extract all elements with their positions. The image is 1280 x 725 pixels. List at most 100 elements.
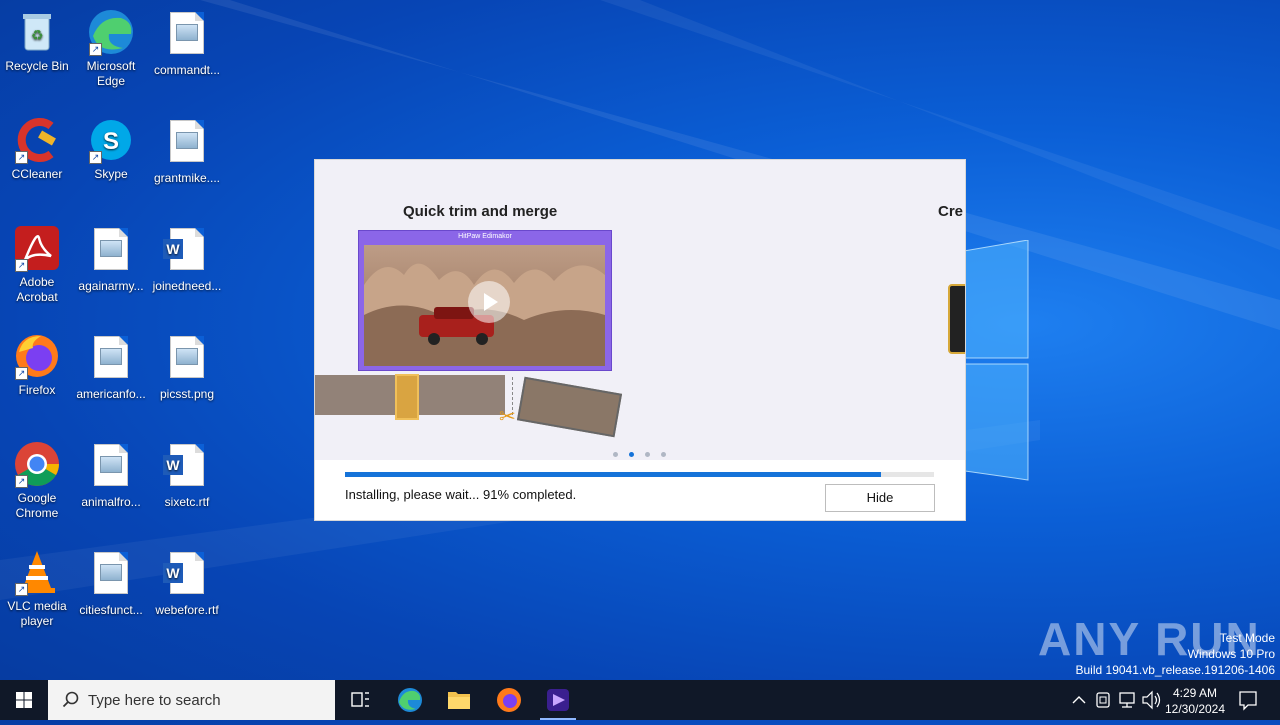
- desktop-icon-microsoft-edge[interactable]: ↗ Microsoft Edge: [75, 8, 147, 89]
- next-slide-card: [948, 284, 965, 354]
- recycle-bin-icon: ♻: [13, 8, 61, 56]
- taskbar-file-explorer[interactable]: [435, 680, 483, 720]
- vlc-icon: ↗: [13, 548, 61, 596]
- acrobat-icon: ↗: [13, 224, 61, 272]
- desktop-icon-joinedneed[interactable]: W joinedneed...: [151, 224, 223, 294]
- desktop-icon-americanfo[interactable]: americanfo...: [75, 332, 147, 402]
- desktop-icon-google-chrome[interactable]: ↗ Google Chrome: [1, 440, 73, 521]
- installer-window: Quick trim and merge Cre HitPaw Edimakor…: [315, 160, 965, 520]
- desktop-icon-firefox[interactable]: ↗ Firefox: [1, 332, 73, 398]
- desktop-icon-ccleaner[interactable]: ↗ CCleaner: [1, 116, 73, 182]
- desktop-icon-label: Recycle Bin: [5, 59, 69, 73]
- desktop-icon-label: animalfro...: [81, 495, 141, 509]
- action-center-button[interactable]: [1236, 680, 1260, 720]
- word-file-icon: W: [163, 552, 211, 600]
- word-file-icon: W: [163, 228, 211, 276]
- firefox-icon: ↗: [13, 332, 61, 380]
- clock-date: 12/30/2024: [1164, 702, 1226, 716]
- desktop-icon-label: webefore.rtf: [155, 603, 219, 617]
- tray-device-icon-button[interactable]: [1092, 680, 1114, 720]
- desktop-icon-vlc[interactable]: ↗ VLC media player: [1, 548, 73, 629]
- desktop-icon-label: citiesfunct...: [79, 603, 143, 617]
- desktop-icon-animalfro[interactable]: animalfro...: [75, 440, 147, 510]
- image-file-icon: [163, 120, 211, 168]
- folder-icon: [448, 692, 470, 709]
- skype-icon: S ↗: [87, 116, 135, 164]
- next-slide-title: Cre: [938, 203, 964, 220]
- desktop-icon-label: Firefox: [18, 383, 56, 397]
- desktop-icon-label: joinedneed...: [152, 279, 222, 293]
- svg-text:♻: ♻: [31, 27, 44, 43]
- clock-time: 4:29 AM: [1172, 686, 1218, 700]
- trim-handle: [395, 374, 419, 420]
- windows-test-mode-watermark: Test Mode Windows 10 Pro Build 19041.vb_…: [1076, 630, 1276, 678]
- windows-wallpaper-logo: [958, 240, 1029, 481]
- start-button[interactable]: [0, 680, 48, 720]
- desktop-icon-label: americanfo...: [76, 387, 146, 401]
- desktop-icon-label: VLC media player: [7, 599, 67, 628]
- desktop-icon-grantmike[interactable]: grantmike....: [151, 116, 223, 186]
- carousel-dot-active[interactable]: [629, 452, 634, 457]
- watermark-line: Build 19041.vb_release.191206-1406: [1075, 663, 1276, 677]
- desktop-icon-label: CCleaner: [11, 167, 63, 181]
- edge-icon: [398, 688, 422, 712]
- desktop-icon-label: grantmike....: [153, 171, 221, 185]
- desktop-icon-label: Google Chrome: [15, 491, 59, 520]
- network-icon: [1119, 692, 1135, 708]
- image-file-icon: [163, 12, 211, 60]
- carousel-dots: [613, 444, 677, 462]
- search-placeholder: Type here to search: [88, 692, 221, 709]
- desktop-icon-recycle-bin[interactable]: ♻ Recycle Bin: [1, 8, 73, 74]
- desktop-icon-adobe-acrobat[interactable]: ↗ Adobe Acrobat: [1, 224, 73, 305]
- desktop-icon-label: againarmy...: [78, 279, 144, 293]
- filmstrip-clip: [516, 376, 623, 438]
- watermark-line: Test Mode: [1219, 631, 1275, 645]
- word-file-icon: W: [163, 444, 211, 492]
- image-file-icon: [87, 552, 135, 600]
- carousel-dot[interactable]: [613, 452, 618, 457]
- chrome-icon: ↗: [13, 440, 61, 488]
- desktop-icon-againarmy[interactable]: againarmy...: [75, 224, 147, 294]
- taskbar-firefox[interactable]: [485, 680, 533, 720]
- desktop-icon-webefore[interactable]: W webefore.rtf: [151, 548, 223, 618]
- watermark-line: Windows 10 Pro: [1187, 647, 1275, 661]
- install-progress-fill: [345, 472, 881, 477]
- desktop-icon-citiesfunct[interactable]: citiesfunct...: [75, 548, 147, 618]
- carousel-dot[interactable]: [645, 452, 650, 457]
- show-hidden-icons-button[interactable]: [1068, 680, 1090, 720]
- video-frame: [364, 245, 605, 366]
- play-icon: [468, 281, 510, 323]
- video-preview: HitPaw Edimakor: [358, 230, 612, 371]
- network-button[interactable]: [1116, 680, 1138, 720]
- player-title: HitPaw Edimakor: [458, 233, 512, 240]
- feature-carousel: Quick trim and merge Cre HitPaw Edimakor…: [315, 160, 965, 460]
- desktop-icon-label: commandt...: [153, 63, 221, 77]
- desktop-icon-skype[interactable]: S ↗ Skype: [75, 116, 147, 182]
- image-file-icon: [87, 444, 135, 492]
- taskbar-installer-app[interactable]: [534, 680, 582, 720]
- desktop-icon-label: Skype: [94, 167, 128, 181]
- task-view-button[interactable]: [336, 680, 384, 720]
- carousel-dot[interactable]: [661, 452, 666, 457]
- windows-start-icon: [16, 692, 32, 708]
- taskbar-clock[interactable]: 4:29 AM 12/30/2024: [1158, 685, 1232, 717]
- hide-button[interactable]: Hide: [825, 484, 935, 512]
- edimakor-icon: [547, 689, 569, 711]
- desktop-icon-label: picsst.png: [159, 387, 215, 401]
- install-progress-bar: [345, 472, 934, 477]
- desktop-icon-label: Microsoft Edge: [86, 59, 136, 88]
- ccleaner-icon: ↗: [13, 116, 61, 164]
- firefox-icon: [497, 688, 521, 712]
- taskbar-search-box[interactable]: Type here to search: [48, 680, 335, 720]
- taskbar-edge[interactable]: [386, 680, 434, 720]
- desktop-icon-label: sixetc.rtf: [164, 495, 210, 509]
- image-file-icon: [87, 336, 135, 384]
- image-file-icon: [87, 228, 135, 276]
- edge-icon: ↗: [87, 8, 135, 56]
- svg-text:S: S: [103, 128, 119, 155]
- slide-title: Quick trim and merge: [403, 203, 558, 220]
- desktop-icon-picsst[interactable]: picsst.png: [151, 332, 223, 402]
- desktop-icon-commandt[interactable]: commandt...: [151, 8, 223, 78]
- image-file-icon: [163, 336, 211, 384]
- desktop-icon-sixetc[interactable]: W sixetc.rtf: [151, 440, 223, 510]
